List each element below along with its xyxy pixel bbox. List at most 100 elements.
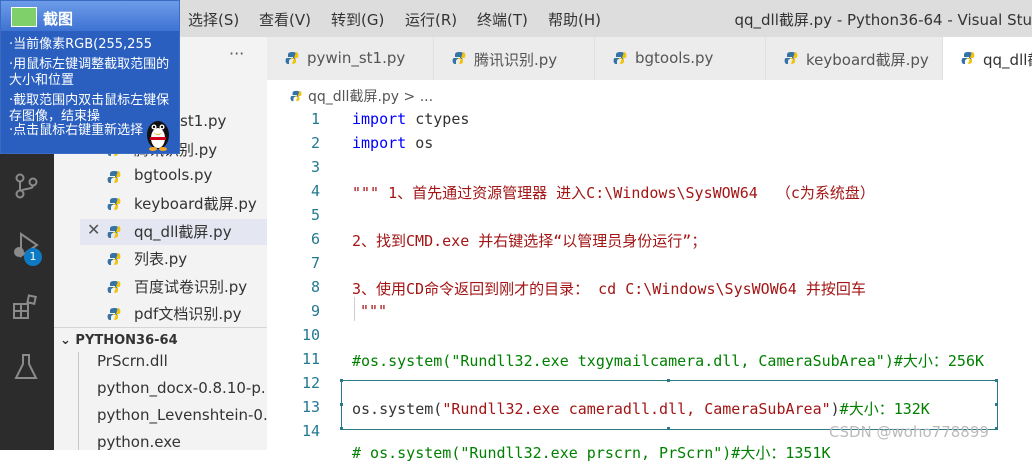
tree-indent-guide bbox=[78, 352, 79, 450]
open-file-item[interactable]: keyboard截屏.py bbox=[80, 191, 267, 217]
python-file-icon bbox=[107, 198, 121, 210]
panel-title: 截图 bbox=[43, 10, 74, 28]
line-number: 7 bbox=[310, 254, 320, 272]
resize-handle[interactable] bbox=[995, 379, 998, 382]
docstring-line: """ bbox=[360, 302, 388, 320]
folder-file-item[interactable]: python.exe bbox=[97, 433, 267, 459]
python-file-icon bbox=[107, 253, 121, 265]
tab-tencent-ocr[interactable]: 腾讯识别.py bbox=[434, 37, 595, 80]
line-number: 13 bbox=[301, 398, 320, 416]
debug-badge: 1 bbox=[24, 248, 42, 266]
code-token: ctypes bbox=[406, 110, 470, 128]
open-file-item-active[interactable]: ✕ qq_dll截屏.py bbox=[80, 219, 267, 245]
source-control-icon[interactable] bbox=[11, 171, 41, 201]
menu-terminal[interactable]: 终端(T) bbox=[477, 9, 528, 30]
line-number: 8 bbox=[310, 278, 320, 296]
breadcrumb-text: qq_dll截屏.py > ... bbox=[308, 89, 434, 105]
code-token: os bbox=[406, 134, 434, 152]
line-number: 4 bbox=[310, 182, 320, 200]
menu-go[interactable]: 转到(G) bbox=[331, 9, 384, 30]
comment-line: # os.system("Rundll32.exe prscrn, PrScrn… bbox=[352, 444, 831, 462]
python-file-icon bbox=[107, 226, 121, 238]
indent-guide bbox=[354, 297, 355, 321]
tab-label: bgtools.py bbox=[635, 49, 714, 67]
line-number: 14 bbox=[301, 422, 320, 440]
sidebar-divider bbox=[54, 327, 267, 328]
comment-line: #os.system("Rundll32.exe txgymailcamera.… bbox=[352, 352, 984, 370]
python-file-icon bbox=[961, 52, 975, 64]
python-file-icon bbox=[107, 281, 121, 293]
line-number: 9 bbox=[310, 302, 320, 320]
tab-label: keyboard截屏.py bbox=[806, 51, 929, 69]
line-number: 5 bbox=[310, 206, 320, 224]
section-title: PYTHON36-64 bbox=[75, 333, 178, 348]
tab-label: qq_dll截 bbox=[983, 51, 1032, 69]
resize-handle[interactable] bbox=[667, 379, 670, 382]
open-file-item[interactable]: bgtools.py bbox=[80, 164, 267, 190]
line-number: 3 bbox=[310, 158, 320, 176]
tab-qq-dll-active[interactable]: qq_dll截 bbox=[943, 37, 1032, 80]
folder-file-item[interactable]: python_docx-0.8.10-p... bbox=[97, 379, 267, 405]
hint-text: ·点击鼠标右键重新选择 bbox=[9, 123, 144, 138]
resize-handle[interactable] bbox=[340, 427, 343, 430]
file-label: 百度试卷识别.py bbox=[134, 278, 248, 296]
line-number: 2 bbox=[310, 134, 320, 152]
more-actions-button[interactable]: ··· bbox=[229, 44, 244, 63]
open-file-item[interactable]: pdf文档识别.py bbox=[80, 301, 267, 327]
testing-flask-icon[interactable] bbox=[11, 352, 41, 382]
breadcrumb[interactable]: qq_dll截屏.py > ... bbox=[290, 86, 433, 106]
python-file-icon bbox=[452, 52, 466, 64]
hint-text: ·当前像素RGB(255,255 bbox=[9, 37, 152, 52]
qq-penguin-icon bbox=[147, 121, 169, 151]
python-file-icon bbox=[784, 52, 798, 64]
hint-text: ·用鼠标左键调整截取范围的大小和位置 bbox=[9, 57, 170, 88]
docstring-line: 2、找到CMD.exe 并右键选择“以管理员身份运行”； bbox=[352, 232, 707, 250]
extensions-icon[interactable] bbox=[11, 292, 41, 322]
keyword-token: import bbox=[352, 134, 407, 152]
open-file-item[interactable]: 列表.py bbox=[80, 246, 267, 272]
code-line: import ctypes bbox=[352, 110, 469, 128]
watermark: CSDN @woho778899 bbox=[829, 423, 989, 441]
tab-label: 腾讯识别.py bbox=[474, 51, 558, 69]
tab-label: pywin_st1.py bbox=[307, 49, 406, 67]
menu-run[interactable]: 运行(R) bbox=[405, 9, 457, 30]
line-number: 10 bbox=[301, 326, 320, 344]
line-number: 1 bbox=[310, 110, 320, 128]
close-icon[interactable]: ✕ bbox=[87, 220, 100, 239]
folder-file-item[interactable]: python_Levenshtein-0... bbox=[97, 406, 267, 432]
resize-handle[interactable] bbox=[340, 379, 343, 382]
folder-file-item[interactable]: PrScrn.dll bbox=[97, 352, 267, 378]
file-label: st1.py bbox=[180, 112, 227, 130]
resize-handle[interactable] bbox=[340, 403, 343, 406]
file-label: qq_dll截屏.py bbox=[134, 223, 232, 241]
file-label: 列表.py bbox=[134, 250, 188, 268]
resize-handle[interactable] bbox=[995, 403, 998, 406]
file-label: bgtools.py bbox=[134, 166, 213, 184]
docstring-line: """ 1、首先通过资源管理器 进入C:\Windows\SysWOW64 （c… bbox=[352, 184, 875, 202]
tab-bgtools[interactable]: bgtools.py bbox=[595, 37, 766, 80]
resize-handle[interactable] bbox=[995, 427, 998, 430]
menu-selection[interactable]: 选择(S) bbox=[188, 9, 239, 30]
chevron-down-icon: ⌄ bbox=[60, 333, 76, 348]
python-file-icon bbox=[613, 52, 627, 64]
line-number: 12 bbox=[301, 374, 320, 392]
line-number: 11 bbox=[301, 350, 320, 368]
line-number: 6 bbox=[310, 230, 320, 248]
python-file-icon bbox=[290, 90, 302, 102]
file-label: pdf文档识别.py bbox=[134, 305, 242, 323]
code-line: import os bbox=[352, 134, 433, 152]
docstring-line: 3、使用CD命令返回到刚才的目录： cd C:\Windows\SysWOW64… bbox=[352, 280, 866, 298]
menu-help[interactable]: 帮助(H) bbox=[548, 9, 601, 30]
python-file-icon bbox=[285, 52, 299, 64]
menu-view[interactable]: 查看(V) bbox=[259, 9, 311, 30]
tab-keyboard-screenshot[interactable]: keyboard截屏.py bbox=[766, 37, 943, 80]
python-file-icon bbox=[107, 308, 121, 320]
screenshot-tool-panel: 截图 ·当前像素RGB(255,255 ·用鼠标左键调整截取范围的大小和位置 ·… bbox=[0, 0, 180, 154]
keyword-token: import bbox=[352, 110, 407, 128]
tab-pywin-st1[interactable]: pywin_st1.py bbox=[267, 37, 434, 80]
folder-section-header[interactable]: ⌄ PYTHON36-64 bbox=[60, 333, 178, 348]
resize-handle[interactable] bbox=[667, 427, 670, 430]
open-file-item[interactable]: 百度试卷识别.py bbox=[80, 274, 267, 300]
window-title: qq_dll截屏.py - Python36-64 - Visual Stu bbox=[734, 11, 1032, 29]
python-file-icon bbox=[107, 171, 121, 183]
